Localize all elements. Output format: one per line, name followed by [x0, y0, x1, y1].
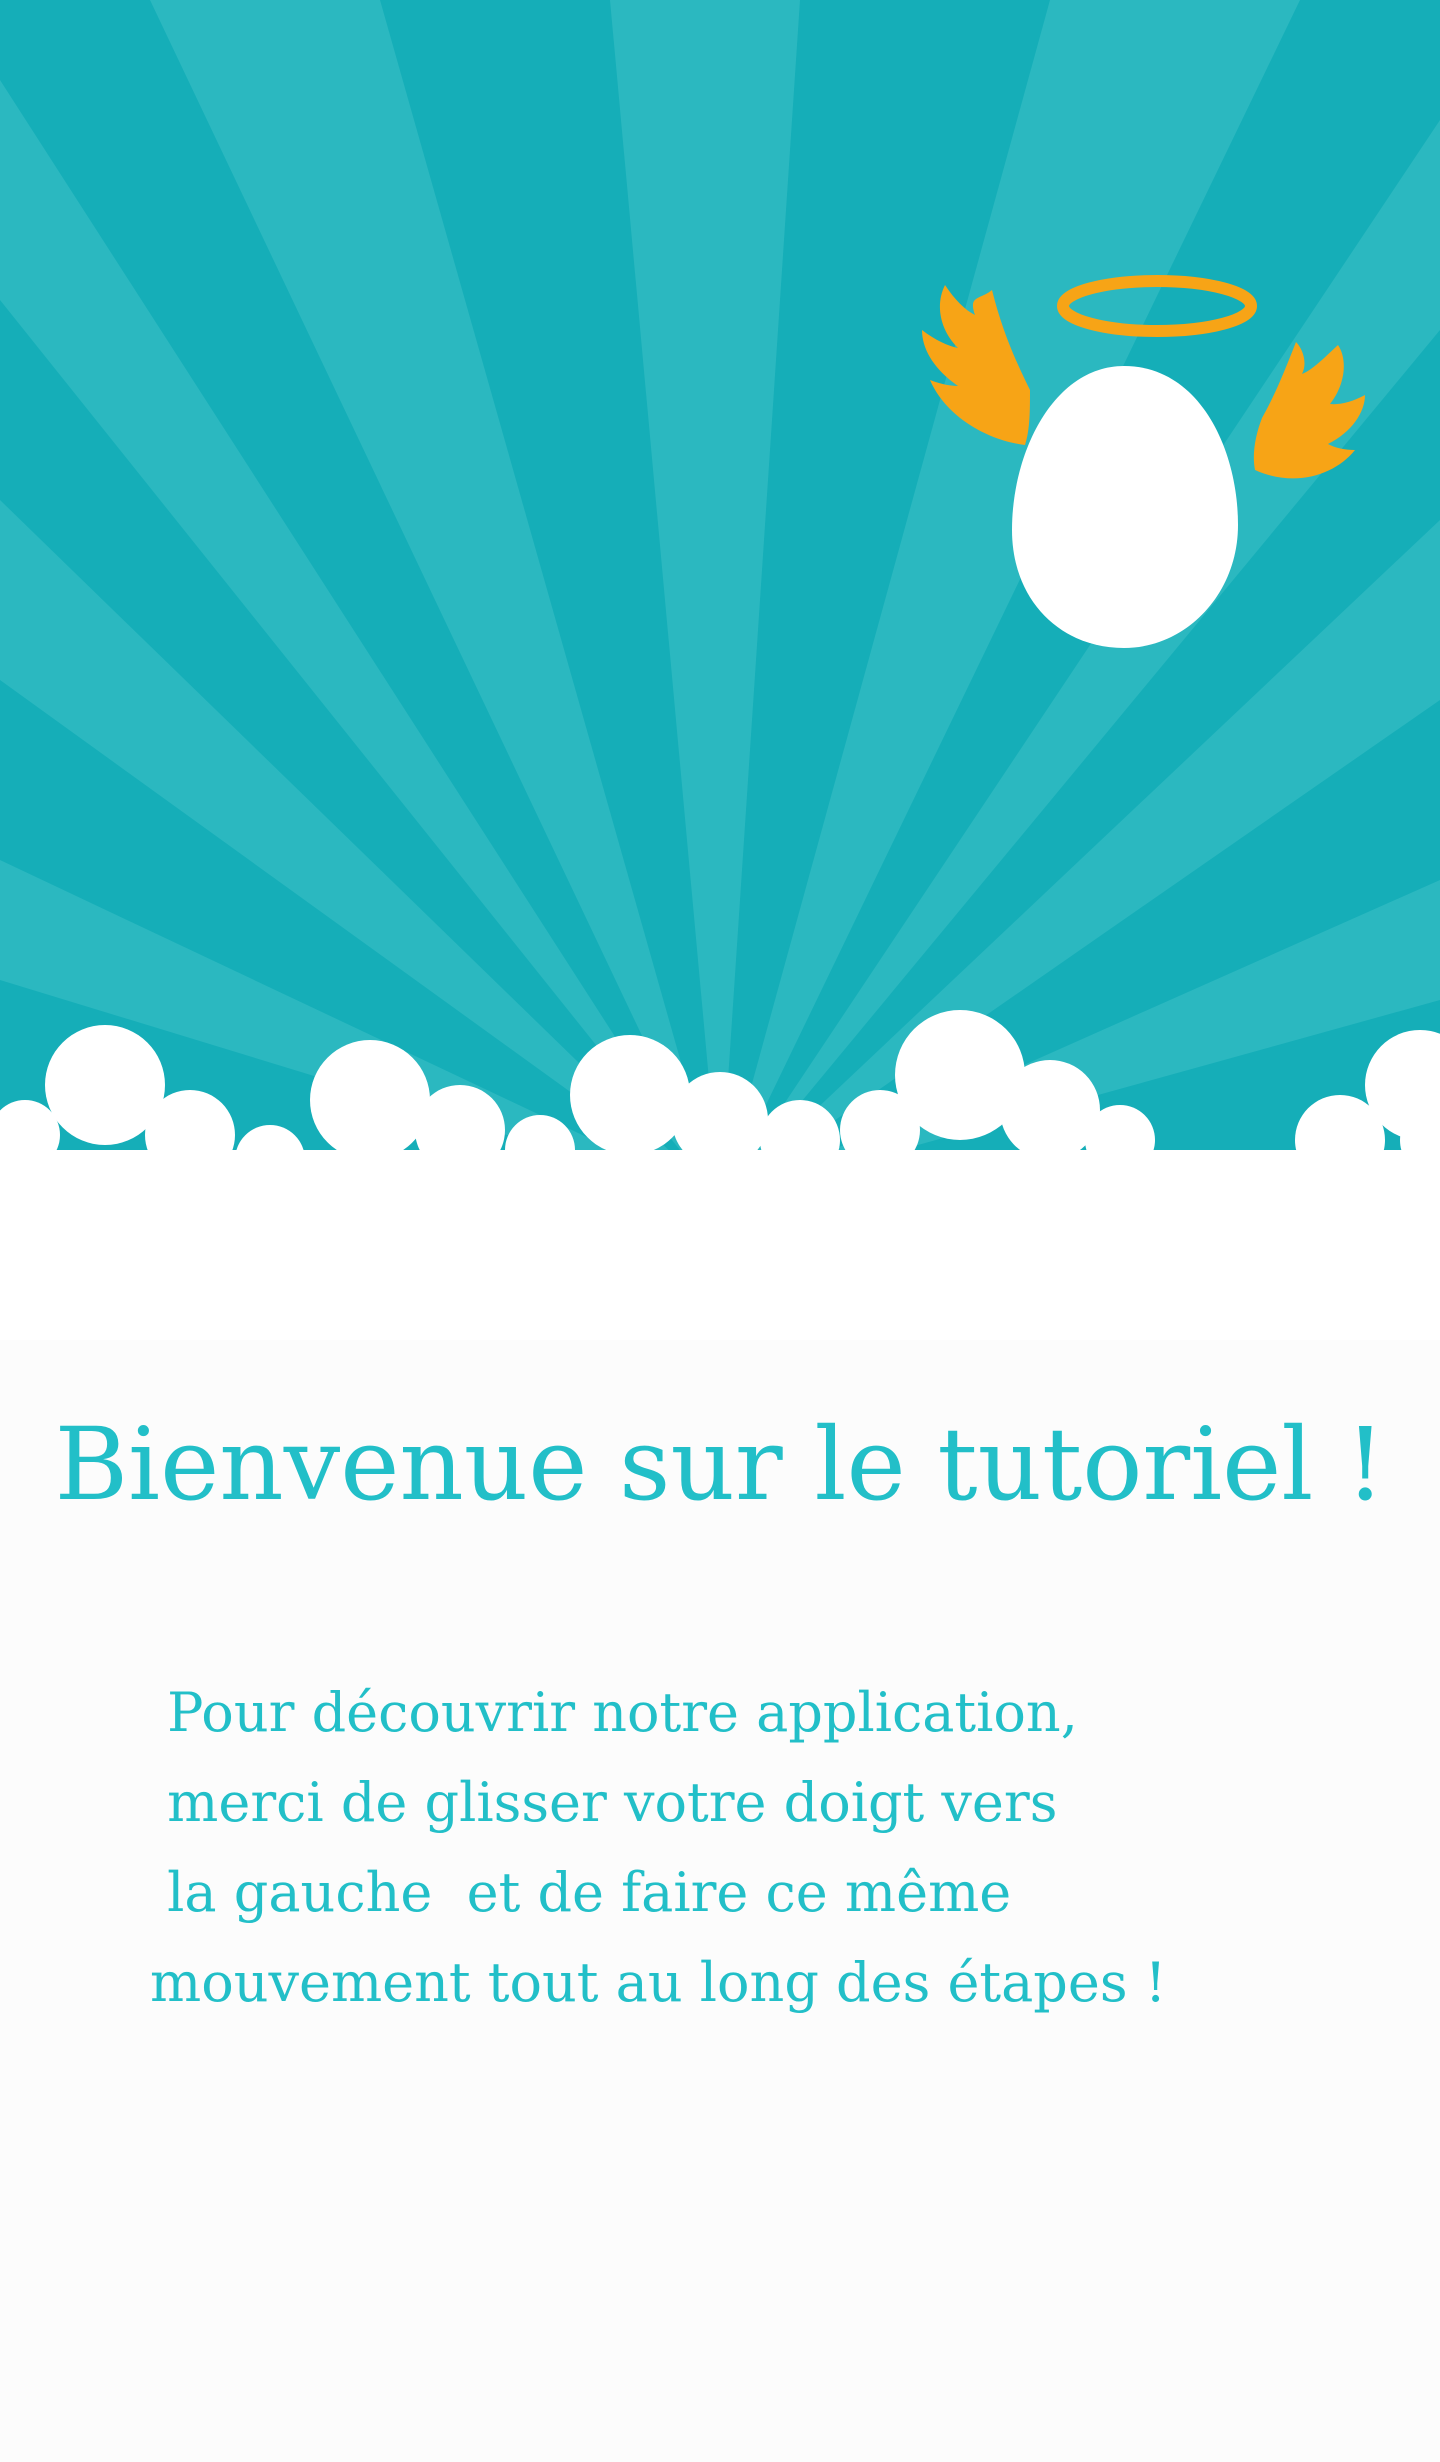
instruction-line: merci de glisser votre doigt vers: [150, 1771, 1058, 1834]
hero-illustration: [0, 0, 1440, 1340]
instruction-line: mouvement tout au long des étapes !: [150, 1951, 1167, 2014]
instruction-line: la gauche et de faire ce même: [150, 1861, 1012, 1924]
instructions-text: Pour découvrir notre application, merci …: [150, 1668, 1350, 2028]
instruction-line: Pour découvrir notre application,: [150, 1681, 1078, 1744]
tutorial-screen[interactable]: Bienvenue sur le tutoriel ! Pour découvr…: [0, 0, 1440, 2462]
page-title: Bienvenue sur le tutoriel !: [54, 1406, 1386, 1523]
